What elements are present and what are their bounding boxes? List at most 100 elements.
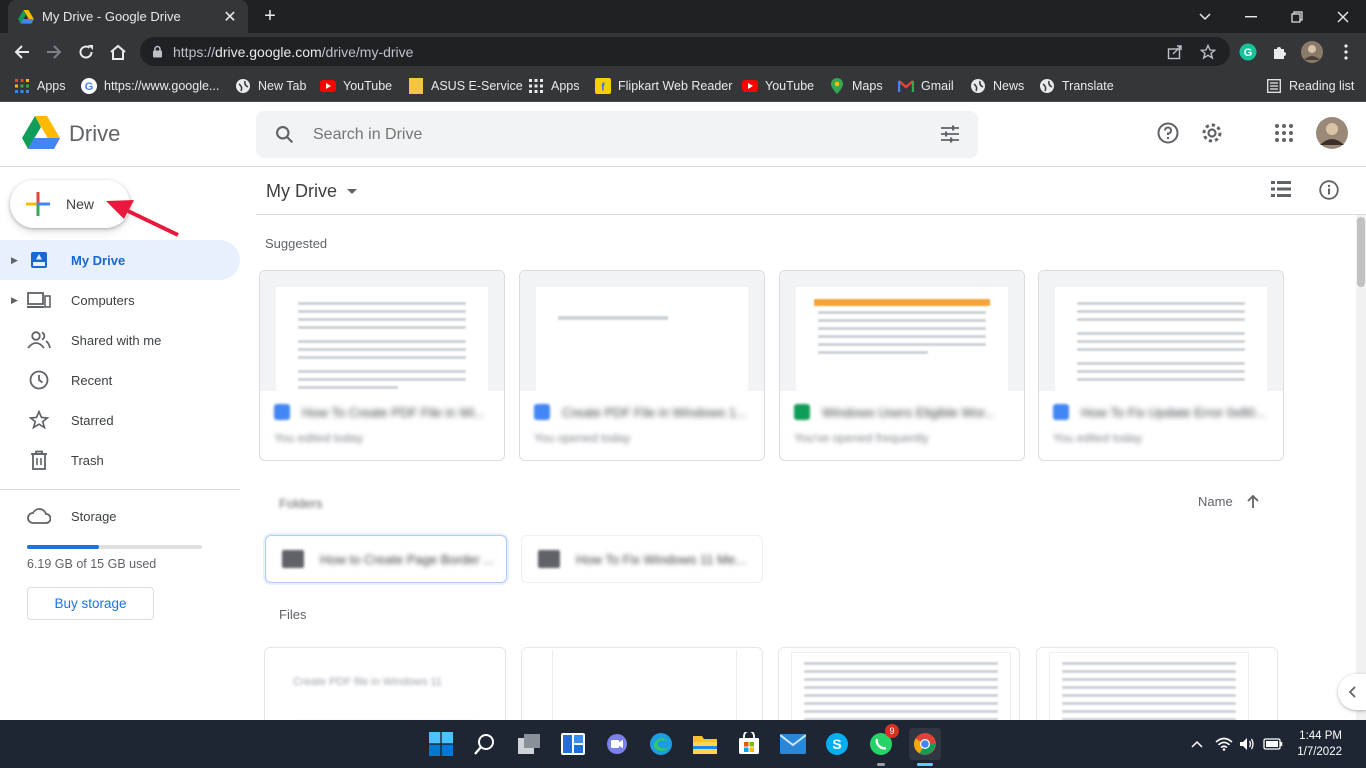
restore-icon[interactable] xyxy=(1274,0,1320,33)
my-drive-title-dropdown[interactable]: My Drive xyxy=(266,181,357,202)
show-hidden-icons-chevron-icon[interactable] xyxy=(1187,734,1207,754)
file-name: Create PDF File in Windows 1... xyxy=(562,404,747,420)
reload-icon[interactable] xyxy=(73,39,99,65)
browser-tab[interactable]: My Drive - Google Drive ✕ xyxy=(8,0,248,33)
drive-logo-icon[interactable] xyxy=(22,116,60,150)
volume-icon[interactable] xyxy=(1237,734,1257,754)
tab-search-icon[interactable] xyxy=(1182,0,1228,33)
info-icon[interactable] xyxy=(1319,180,1339,205)
chrome-taskbar-icon[interactable] xyxy=(909,728,941,766)
bookmark-asus[interactable]: ASUS E-Service xyxy=(408,76,523,96)
new-tab-button[interactable]: + xyxy=(258,5,282,29)
file-explorer-icon[interactable] xyxy=(689,728,721,760)
close-window-icon[interactable] xyxy=(1320,0,1366,33)
google-apps-icon[interactable] xyxy=(1271,120,1297,146)
folder-item[interactable]: How To Fix Windows 11 Me... xyxy=(521,535,763,583)
search-icon[interactable] xyxy=(274,124,295,145)
windows-start-icon[interactable] xyxy=(425,728,457,760)
wifi-icon[interactable] xyxy=(1214,734,1234,754)
bookmark-google[interactable]: G https://www.google... xyxy=(81,76,219,96)
bookmark-news[interactable]: News xyxy=(970,76,1024,96)
back-icon[interactable] xyxy=(9,39,35,65)
sort-by-name-button[interactable]: Name xyxy=(1198,494,1259,509)
maps-pin-icon xyxy=(829,78,845,94)
sidebar-item-computers[interactable]: ▶ Computers xyxy=(0,280,240,320)
task-view-icon[interactable] xyxy=(513,728,545,760)
profile-avatar[interactable] xyxy=(1300,40,1324,64)
search-bar[interactable] xyxy=(256,111,978,158)
scrollbar-thumb[interactable] xyxy=(1357,217,1365,287)
search-input[interactable] xyxy=(313,125,913,144)
skype-icon[interactable]: S xyxy=(821,728,853,760)
sidebar-item-storage[interactable]: Storage xyxy=(0,496,240,536)
active-indicator xyxy=(917,763,933,766)
whatsapp-icon[interactable]: 9 xyxy=(865,724,899,766)
drive-logo-text[interactable]: Drive xyxy=(69,121,120,147)
home-icon[interactable] xyxy=(105,39,131,65)
file-card[interactable] xyxy=(778,647,1020,720)
bookmark-apps-2[interactable]: Apps xyxy=(528,76,580,96)
main-scrollbar[interactable] xyxy=(1356,215,1366,720)
bookmark-youtube[interactable]: YouTube xyxy=(320,76,392,96)
minimize-icon[interactable] xyxy=(1228,0,1274,33)
bookmark-maps[interactable]: Maps xyxy=(829,76,883,96)
suggested-file-card[interactable]: How To Fix Update Error 0x80... You edit… xyxy=(1038,270,1284,461)
search-taskbar-icon[interactable] xyxy=(469,728,501,760)
file-card[interactable]: Create PDF file in Windows 11 xyxy=(264,647,506,720)
clock-time: 1:44 PM xyxy=(1299,730,1342,742)
folder-item[interactable]: How to Create Page Border ... xyxy=(265,535,507,583)
sidebar-item-trash[interactable]: Trash xyxy=(0,440,240,480)
file-card[interactable] xyxy=(521,647,763,720)
bookmark-new-tab[interactable]: New Tab xyxy=(235,76,306,96)
file-card[interactable] xyxy=(1036,647,1278,720)
battery-icon[interactable] xyxy=(1263,734,1283,754)
grammarly-icon[interactable]: G xyxy=(1236,40,1260,64)
extensions-icon[interactable] xyxy=(1268,40,1292,64)
bookmark-youtube-2[interactable]: YouTube xyxy=(742,76,814,96)
lock-icon[interactable] xyxy=(152,45,163,58)
settings-gear-icon[interactable] xyxy=(1199,120,1225,146)
suggested-file-card[interactable]: Create PDF File in Windows 1... You open… xyxy=(519,270,765,461)
main-content: My Drive Suggested How To Create PDF Fil… xyxy=(256,167,1366,720)
google-icon: G xyxy=(81,78,97,94)
tab-close-icon[interactable]: ✕ xyxy=(222,7,238,27)
bookmark-star-icon[interactable] xyxy=(1196,40,1220,64)
search-options-icon[interactable] xyxy=(940,124,960,144)
reading-list-button[interactable]: Reading list xyxy=(1266,76,1354,96)
expand-caret-icon[interactable]: ▶ xyxy=(11,255,21,266)
bookmark-translate[interactable]: Translate xyxy=(1039,76,1114,96)
url-text: https://drive.google.com/drive/my-drive xyxy=(173,43,414,60)
help-icon[interactable] xyxy=(1155,120,1181,146)
storage-progress-fill xyxy=(27,545,100,549)
system-clock[interactable]: 1:44 PM 1/7/2022 xyxy=(1297,728,1342,760)
microsoft-store-icon[interactable] xyxy=(733,728,765,760)
chrome-menu-icon[interactable] xyxy=(1334,40,1358,64)
sidebar-item-shared[interactable]: Shared with me xyxy=(0,320,240,360)
bookmark-flipkart[interactable]: f Flipkart Web Reader xyxy=(595,76,732,96)
bookmark-gmail[interactable]: Gmail xyxy=(898,76,954,96)
share-icon[interactable] xyxy=(1163,40,1187,64)
suggested-file-card[interactable]: Windows Users Eligible Wor... You've ope… xyxy=(779,270,1025,461)
forward-icon[interactable] xyxy=(41,39,67,65)
widgets-icon[interactable] xyxy=(557,728,589,760)
list-view-icon[interactable] xyxy=(1271,181,1291,202)
side-panel-toggle[interactable] xyxy=(1338,674,1366,710)
expand-caret-icon[interactable]: ▶ xyxy=(11,295,21,306)
file-activity: You opened today xyxy=(534,431,631,445)
sidebar-item-starred[interactable]: Starred xyxy=(0,400,240,440)
sidebar-item-recent[interactable]: Recent xyxy=(0,360,240,400)
running-indicator xyxy=(877,763,885,766)
suggested-file-card[interactable]: How To Create PDF File in Wi... You edit… xyxy=(259,270,505,461)
storage-progress-bar xyxy=(27,545,202,549)
address-bar[interactable]: https://drive.google.com/drive/my-drive xyxy=(140,37,1230,66)
buy-storage-button[interactable]: Buy storage xyxy=(27,587,154,620)
storage-used-text: 6.19 GB of 15 GB used xyxy=(27,557,157,571)
teams-chat-icon[interactable] xyxy=(601,728,633,760)
account-avatar[interactable] xyxy=(1316,117,1348,149)
bookmark-apps[interactable]: Apps xyxy=(14,76,66,96)
sidebar-item-my-drive[interactable]: ▶ My Drive xyxy=(0,240,240,280)
svg-text:S: S xyxy=(832,736,841,752)
mail-icon[interactable] xyxy=(777,728,809,760)
edge-icon[interactable] xyxy=(645,728,677,760)
files-label: Files xyxy=(279,607,307,622)
